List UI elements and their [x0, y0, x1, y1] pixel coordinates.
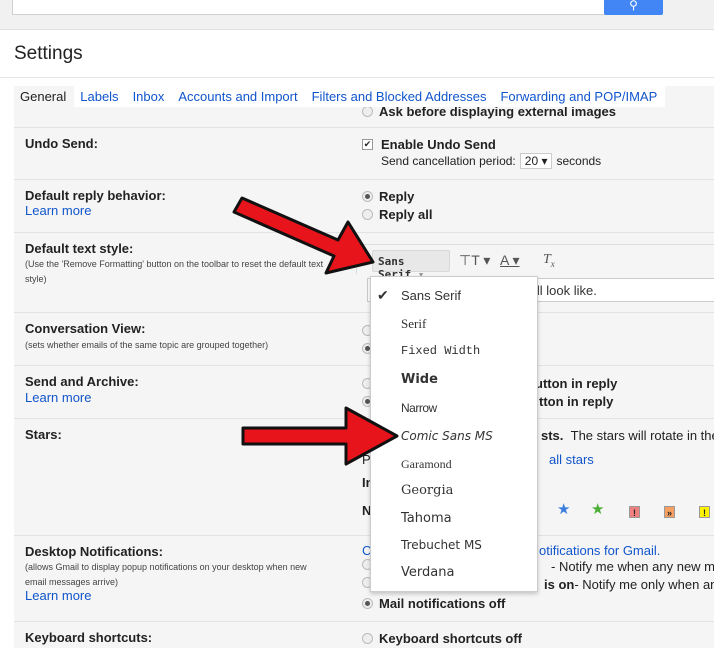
red-arrow-diagonal	[232, 196, 375, 275]
annotation-arrows	[232, 196, 399, 466]
red-arrow-horizontal	[241, 406, 399, 466]
